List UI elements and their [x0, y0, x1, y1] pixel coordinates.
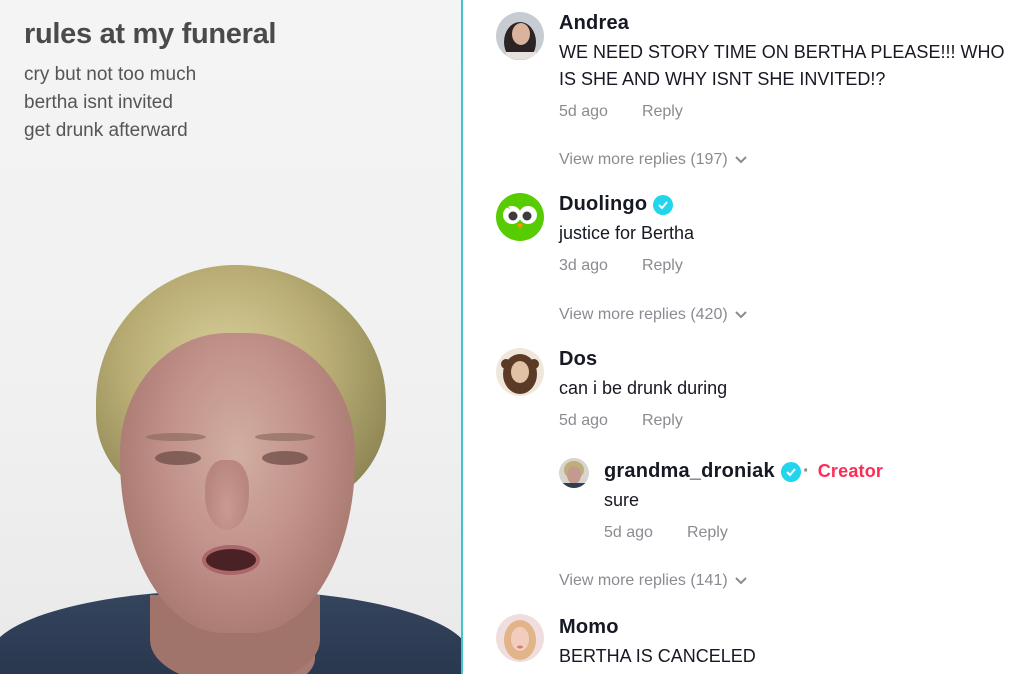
comments-panel[interactable]: Andrea WE NEED STORY TIME ON BERTHA PLEA… — [463, 0, 1024, 674]
reply-button[interactable]: Reply — [642, 412, 683, 430]
avatar[interactable] — [496, 12, 544, 60]
view-more-label: View more replies (197) — [559, 151, 728, 168]
reply-button[interactable]: Reply — [642, 103, 683, 121]
video-panel[interactable]: rules at my funeral cry but not too much… — [0, 0, 461, 674]
view-more-replies-button[interactable]: View more replies (420) — [559, 306, 748, 324]
chevron-down-icon — [734, 311, 747, 319]
comment-username[interactable]: Andrea — [559, 12, 1016, 35]
comment-text: sure — [604, 490, 640, 510]
separator-dot: · — [802, 460, 810, 482]
creator-badge: Creator — [817, 461, 884, 481]
comment-username[interactable]: Dos — [559, 348, 1016, 371]
chevron-down-icon — [734, 577, 747, 585]
avatar[interactable] — [496, 348, 544, 396]
comment-text: WE NEED STORY TIME ON BERTHA PLEASE!!! W… — [559, 42, 1005, 89]
video-caption: rules at my funeral cry but not too much… — [24, 18, 276, 145]
comment-text: justice for Bertha — [559, 223, 695, 243]
caption-line: get drunk afterward — [24, 120, 188, 141]
avatar[interactable] — [496, 614, 544, 662]
caption-line: bertha isnt invited — [24, 92, 173, 113]
view-more-label: View more replies (141) — [559, 572, 728, 589]
avatar[interactable] — [496, 193, 544, 241]
comment-meta: 5d ago Reply — [559, 103, 1016, 121]
view-more-replies-button[interactable]: View more replies (197) — [559, 151, 748, 169]
chevron-down-icon — [734, 156, 747, 164]
comment-text: BERTHA IS CANCELED — [559, 646, 756, 666]
comment-username[interactable]: grandma_droniak · Creator — [604, 460, 1016, 483]
comment-meta: 3d ago Reply — [559, 257, 1016, 275]
comment-time: 3d ago — [559, 257, 608, 274]
comment-time: 5d ago — [559, 103, 608, 120]
comment-username[interactable]: Duolingo — [559, 193, 1016, 216]
view-more-label: View more replies (420) — [559, 306, 728, 323]
reply-button[interactable]: Reply — [687, 524, 728, 542]
reply-button[interactable]: Reply — [642, 257, 683, 275]
verified-check-icon — [653, 194, 674, 215]
verified-check-icon — [780, 461, 801, 482]
comment-text: can i be drunk during — [559, 378, 728, 398]
avatar[interactable] — [559, 458, 589, 488]
comment-meta: 5d ago Reply — [559, 412, 1016, 430]
caption-line: cry but not too much — [24, 64, 197, 85]
view-more-replies-button[interactable]: View more replies (141) — [559, 572, 748, 590]
comment-time: 5d ago — [604, 524, 653, 541]
comment-time: 5d ago — [559, 412, 608, 429]
caption-title: rules at my funeral — [24, 18, 277, 50]
comment-username[interactable]: Momo — [559, 616, 1016, 639]
comment-meta: 5d ago Reply — [604, 524, 1016, 542]
video-person — [0, 255, 461, 674]
